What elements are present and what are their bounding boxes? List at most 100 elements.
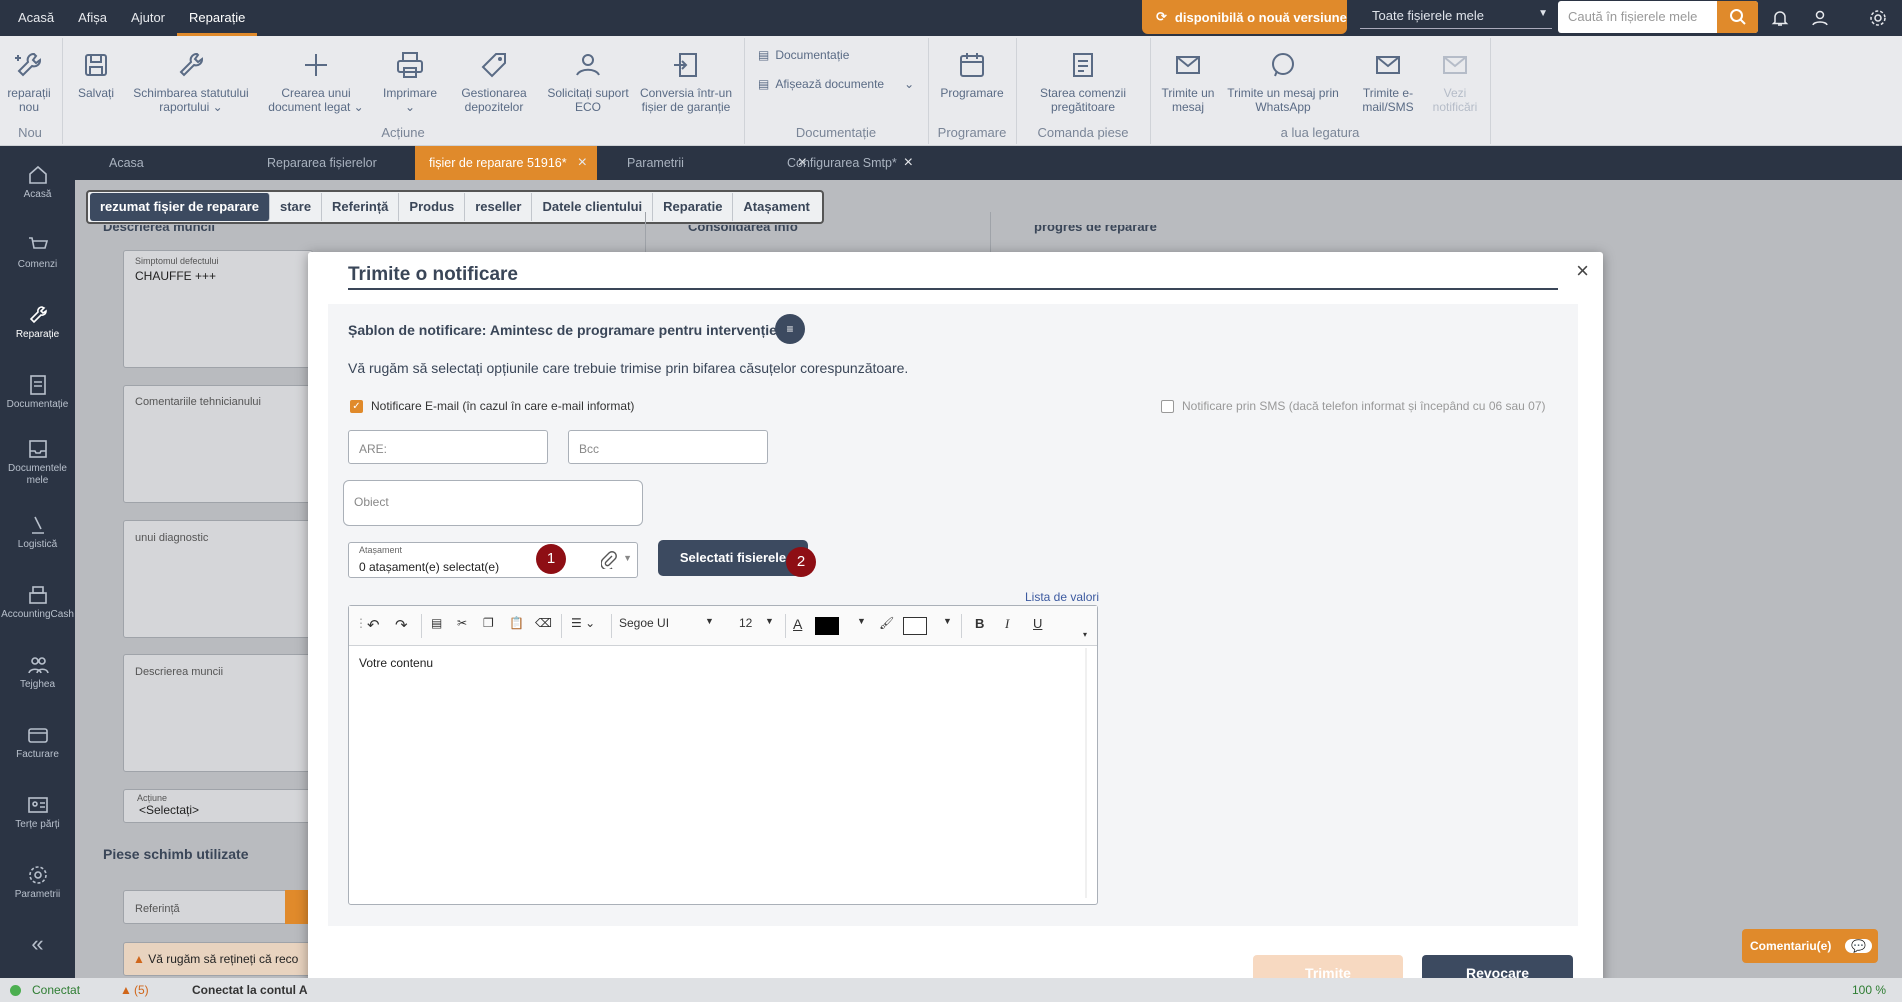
sidebar-item-parameters[interactable]: Parametrii bbox=[0, 864, 75, 901]
sidebar-item-third-parties[interactable]: Terțe părți bbox=[0, 794, 75, 831]
change-status-button[interactable]: Schimbarea statutului raportului ⌄ bbox=[126, 50, 256, 114]
reference-button[interactable] bbox=[285, 890, 309, 924]
menu-help[interactable]: Ajutor bbox=[119, 0, 177, 36]
close-icon[interactable]: × bbox=[904, 146, 913, 180]
new-repair-button[interactable]: reparații nou bbox=[2, 50, 56, 114]
subtab-reseller[interactable]: reseller bbox=[465, 193, 533, 221]
search-scope-select[interactable]: Toate fișierele mele ▼ bbox=[1360, 3, 1552, 29]
clear-format-icon[interactable]: ⌫ bbox=[535, 616, 552, 630]
view-notifications-button[interactable]: Vezi notificări bbox=[1428, 50, 1482, 114]
redo-icon[interactable]: ↷ bbox=[395, 616, 408, 634]
value-list-link[interactable]: Lista de valori bbox=[1025, 590, 1099, 604]
zoom-level[interactable]: 100 % bbox=[1852, 983, 1886, 997]
menu-home[interactable]: Acasă bbox=[6, 0, 66, 36]
sidebar-item-my-documents[interactable]: Documentele mele bbox=[0, 438, 75, 487]
symptom-value: CHAUFFE +++ bbox=[135, 269, 217, 283]
collapse-sidebar-icon[interactable]: « bbox=[0, 933, 75, 955]
menu-view[interactable]: Afișa bbox=[66, 0, 119, 36]
sms-notification-checkbox[interactable]: Notificare prin SMS (dacă telefon inform… bbox=[1161, 399, 1546, 413]
warning-icon[interactable]: ▲ bbox=[120, 983, 132, 997]
tab-smtp-config[interactable]: Configurarea Smtp* × bbox=[773, 146, 923, 180]
subtab-summary[interactable]: rezumat fișier de reparare bbox=[90, 193, 270, 221]
more-tools-icon[interactable]: ▾ bbox=[1083, 630, 1087, 639]
subtab-client[interactable]: Datele clientului bbox=[532, 193, 654, 221]
user-icon[interactable] bbox=[1809, 7, 1831, 29]
caret-down-icon[interactable]: ▼ bbox=[943, 616, 952, 626]
sidebar-item-orders[interactable]: Comenzi bbox=[0, 234, 75, 271]
cart-icon bbox=[28, 237, 48, 249]
bold-icon[interactable]: B bbox=[975, 616, 984, 631]
sidebar-item-accountingcash[interactable]: AccountingCash bbox=[0, 584, 75, 621]
sidebar-item-documentation[interactable]: Documentație bbox=[0, 374, 75, 411]
copy-icon[interactable]: ❐ bbox=[483, 616, 494, 630]
subtab-attachment[interactable]: Atașament bbox=[733, 193, 819, 221]
sidebar-item-repair[interactable]: Reparație bbox=[0, 304, 75, 341]
send-email-sms-button[interactable]: Trimite e-mail/SMS bbox=[1350, 50, 1426, 114]
sidebar-item-home[interactable]: Acasă bbox=[0, 164, 75, 201]
sidebar-item-billing[interactable]: Facturare bbox=[0, 724, 75, 761]
highlight-color-swatch[interactable] bbox=[903, 617, 927, 635]
editor-content[interactable]: Votre contenu bbox=[359, 656, 433, 670]
menu-repair[interactable]: Reparație bbox=[177, 0, 258, 36]
close-icon[interactable]: × bbox=[578, 146, 587, 180]
font-color-swatch[interactable] bbox=[815, 617, 839, 635]
wrench-icon bbox=[29, 306, 47, 324]
warning-icon: ▲ bbox=[133, 952, 145, 966]
italic-icon[interactable]: I bbox=[1005, 616, 1009, 632]
tech-comments-label: Comentariile tehnicianului bbox=[135, 396, 261, 408]
bcc-field[interactable]: Bcc bbox=[568, 430, 768, 464]
documentation-button[interactable]: ▤ Documentație bbox=[758, 48, 849, 62]
print-button[interactable]: Imprimare ⌄ bbox=[378, 50, 442, 114]
whatsapp-button[interactable]: Trimite un mesaj prin WhatsApp bbox=[1224, 50, 1342, 114]
font-color-icon[interactable]: A bbox=[793, 616, 802, 632]
create-linked-doc-button[interactable]: Crearea unui document legat ⌄ bbox=[262, 50, 370, 114]
underline-icon[interactable]: U bbox=[1033, 616, 1042, 631]
send-message-button[interactable]: Trimite un mesaj bbox=[1158, 50, 1218, 114]
close-icon[interactable]: × bbox=[1576, 258, 1589, 284]
sidebar-item-logistics[interactable]: Logistică bbox=[0, 514, 75, 551]
line-spacing-icon[interactable]: ☰ ⌄ bbox=[571, 616, 595, 630]
manage-deposits-button[interactable]: Gestionarea depozitelor bbox=[456, 50, 532, 114]
tab-home[interactable]: Acasa bbox=[95, 146, 225, 180]
people-icon bbox=[27, 657, 49, 674]
tab-repair-file[interactable]: fișier de reparare 51916* × bbox=[415, 146, 597, 180]
paperclip-icon bbox=[600, 551, 617, 572]
highlight-color-icon[interactable]: 🖌 bbox=[879, 616, 894, 630]
select-all-icon[interactable]: ▤ bbox=[431, 616, 442, 630]
to-field[interactable]: ARE: bbox=[348, 430, 548, 464]
eco-support-button[interactable]: Solicitați suport ECO bbox=[546, 50, 630, 114]
bell-icon[interactable] bbox=[1769, 7, 1791, 29]
subtab-status[interactable]: stare bbox=[270, 193, 323, 221]
email-notification-checkbox[interactable]: ✓ Notificare E-mail (în cazul în care e-m… bbox=[350, 399, 634, 413]
checkbox-checked-icon: ✓ bbox=[350, 399, 363, 413]
subtab-reference[interactable]: Referință bbox=[322, 193, 400, 221]
subject-field[interactable]: Obiect bbox=[343, 480, 643, 526]
font-size-select[interactable]: 12 ▼ bbox=[739, 616, 779, 630]
show-documents-button[interactable]: ▤ Afișează documente ⌄ bbox=[758, 77, 914, 91]
undo-icon[interactable]: ↶ bbox=[367, 616, 380, 634]
attachment-select[interactable]: Atașament 0 atașament(e) selectat(e) ▼ bbox=[348, 542, 638, 578]
caret-down-icon: ▼ bbox=[705, 616, 714, 626]
symptom-field[interactable] bbox=[123, 250, 313, 368]
font-family-select[interactable]: Segoe UI ▼ bbox=[619, 616, 719, 630]
subtab-repair[interactable]: Reparatie bbox=[653, 193, 734, 221]
parts-status-button[interactable]: Starea comenzii pregătitoare bbox=[1024, 50, 1142, 114]
save-button[interactable]: Salvați bbox=[72, 50, 120, 100]
warning-count[interactable]: (5) bbox=[134, 983, 149, 997]
comments-button[interactable]: Comentariu(e) 💬 bbox=[1742, 929, 1878, 963]
subtab-product[interactable]: Produs bbox=[399, 193, 466, 221]
caret-down-icon[interactable]: ▼ bbox=[857, 616, 866, 626]
caret-down-icon: ▼ bbox=[765, 616, 774, 626]
gear-icon[interactable] bbox=[1867, 7, 1889, 29]
editor-scrollbar[interactable] bbox=[1085, 648, 1087, 898]
template-list-button[interactable]: ≡ bbox=[775, 314, 805, 344]
sidebar-item-counter[interactable]: Tejghea bbox=[0, 654, 75, 691]
schedule-button[interactable]: Programare bbox=[938, 50, 1006, 100]
cut-icon[interactable]: ✂ bbox=[457, 616, 467, 630]
convert-warranty-button[interactable]: Conversia într-un fișier de garanție bbox=[636, 50, 736, 114]
paste-icon[interactable]: 📋 bbox=[509, 616, 524, 630]
refresh-icon: ⟳ bbox=[1156, 9, 1167, 24]
search-button[interactable] bbox=[1717, 1, 1758, 33]
group-parts: Comanda piese bbox=[1037, 125, 1129, 140]
update-available-button[interactable]: ⟳ disponibilă o nouă versiune bbox=[1142, 0, 1347, 34]
